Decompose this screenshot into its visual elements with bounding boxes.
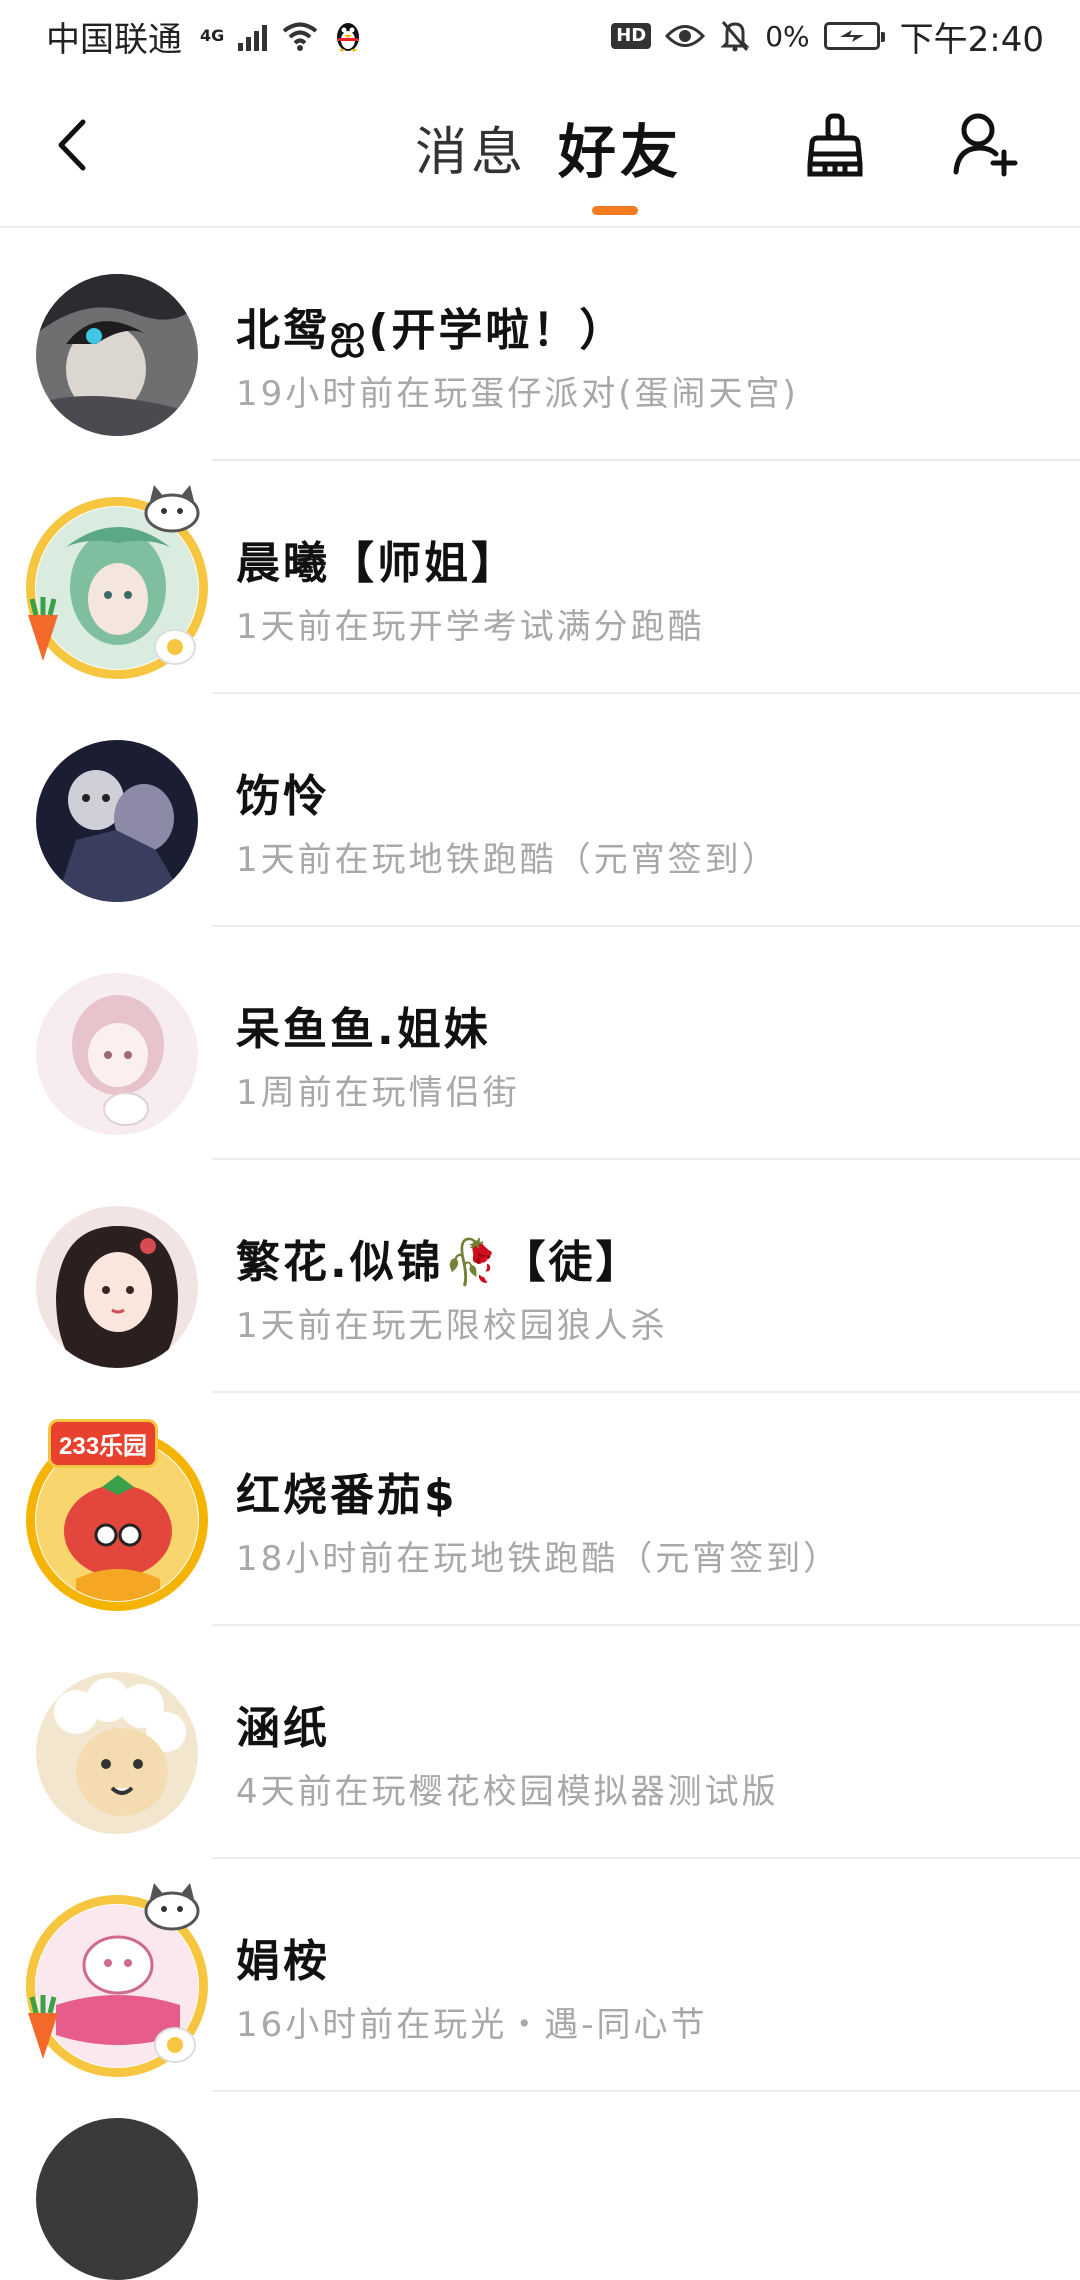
qq-penguin-icon [337, 23, 360, 52]
network-type: 4G [200, 28, 224, 44]
back-arrow-icon [58, 119, 86, 171]
avatar-image [36, 1206, 198, 1368]
friend-activity-status: 18小时前在玩地铁跑酷（元宵签到） [236, 1539, 841, 1579]
friend-activity-status: 4天前在玩樱花校园模拟器测试版 [236, 1772, 779, 1812]
avatar[interactable] [24, 485, 208, 679]
friend-activity-status: 1天前在玩地铁跑酷（元宵签到） [236, 840, 779, 880]
status-bar-left: 中国联通 4G [46, 12, 363, 61]
avatar[interactable] [24, 1660, 198, 1834]
battery-percent: 0% [765, 19, 810, 53]
carrier-label: 中国联通 [46, 19, 182, 60]
active-tab-indicator [592, 206, 638, 215]
friend-name: 呆鱼鱼.姐妹 [236, 1004, 491, 1055]
friend-activity-status: 1周前在玩情侣街 [236, 1073, 520, 1113]
avatar-art-icon [36, 1206, 198, 1368]
back-button[interactable] [42, 110, 102, 180]
carrot-icon [28, 1995, 58, 2059]
add-friend-icon [953, 113, 1018, 177]
tab-messages-label: 消息 [415, 122, 528, 183]
avatar[interactable] [24, 262, 198, 436]
friend-name: 涵纸 [236, 1703, 330, 1754]
friend-row[interactable]: 233乐园 红烧番茄$ 18小时前在玩地铁跑酷（元宵签到） [0, 1393, 1080, 1626]
friend-name: 娟桉 [236, 1936, 330, 1987]
frame-badge-label: 233乐园 [59, 1433, 148, 1460]
friend-row[interactable]: 呆鱼鱼.姐妹 1周前在玩情侣街 [0, 927, 1080, 1160]
avatar[interactable] [24, 1194, 198, 1368]
avatar-partial [36, 2118, 198, 2280]
egg-icon [154, 629, 196, 665]
status-bar-right: HD 0% 下午2:40 [611, 12, 1044, 61]
cat-icon [144, 1883, 200, 1931]
nav-bar: 消息 好友 [0, 72, 1080, 228]
clean-button[interactable] [800, 110, 870, 182]
signal-icon [238, 21, 268, 51]
friend-name: 饬怜 [236, 771, 330, 822]
tab-messages[interactable]: 消息 [415, 112, 528, 183]
friend-activity-status: 1天前在玩开学考试满分跑酷 [236, 607, 705, 647]
cat-icon [144, 485, 200, 533]
mute-bell-icon [720, 21, 750, 52]
status-bar: 中国联通 4G HD 0% 下午2:40 [0, 0, 1080, 72]
avatar-art-icon [36, 740, 198, 902]
hd-icon: HD [611, 23, 652, 49]
carrot-icon [28, 597, 58, 661]
add-friend-button[interactable] [950, 108, 1020, 180]
avatar-image [36, 274, 198, 436]
friend-row[interactable]: 饬怜 1天前在玩地铁跑酷（元宵签到） [0, 694, 1080, 927]
avatar-image [36, 1672, 198, 1834]
broom-clean-icon [807, 113, 863, 177]
battery-icon [823, 22, 885, 50]
frame-badge: 233乐园 [48, 1419, 159, 1468]
avatar-art-icon [36, 973, 198, 1135]
friend-list: 北鸳ஐ(开学啦！） 19小时前在玩蛋仔派对(蛋闹天宫) 晨曦【师姐】 1天前在玩… [0, 228, 1080, 2280]
friend-row-partial[interactable] [0, 2092, 1080, 2280]
friend-activity-status: 19小时前在玩蛋仔派对(蛋闹天宫) [236, 374, 799, 414]
avatar-image [36, 740, 198, 902]
friend-name: 繁花.似锦🥀【徒】 [236, 1237, 643, 1288]
avatar[interactable] [24, 1883, 208, 2077]
friend-row[interactable]: 晨曦【师姐】 1天前在玩开学考试满分跑酷 [0, 461, 1080, 694]
avatar[interactable] [24, 961, 198, 1135]
avatar[interactable] [24, 728, 198, 902]
friend-name: 晨曦【师姐】 [236, 538, 518, 589]
friend-row[interactable]: 北鸳ஐ(开学啦！） 19小时前在玩蛋仔派对(蛋闹天宫) [0, 228, 1080, 461]
tab-friends-label: 好友 [558, 118, 683, 186]
friend-row[interactable]: 繁花.似锦🥀【徒】 1天前在玩无限校园狼人杀 [0, 1160, 1080, 1393]
network-type-label: 4G [200, 26, 225, 45]
friend-activity-status: 16小时前在玩光・遇-同心节 [236, 2005, 708, 2045]
avatar[interactable]: 233乐园 [24, 1419, 208, 1611]
eye-icon [665, 25, 706, 47]
wifi-icon [283, 22, 318, 51]
friend-row[interactable]: 涵纸 4天前在玩樱花校园模拟器测试版 [0, 1626, 1080, 1859]
avatar-image [36, 973, 198, 1135]
clock: 下午2:40 [899, 19, 1044, 60]
friend-name: 红烧番茄$ [236, 1470, 458, 1521]
avatar-art-icon [36, 274, 198, 436]
friend-name: 北鸳ஐ(开学啦！） [236, 305, 627, 356]
avatar-art-icon [36, 1672, 198, 1834]
charging-bolt-icon [839, 30, 864, 42]
tab-friends[interactable]: 好友 [558, 112, 682, 186]
friend-row[interactable]: 娟桉 16小时前在玩光・遇-同心节 [0, 1859, 1080, 2092]
egg-icon [154, 2027, 196, 2063]
friend-activity-status: 1天前在玩无限校园狼人杀 [236, 1306, 668, 1346]
